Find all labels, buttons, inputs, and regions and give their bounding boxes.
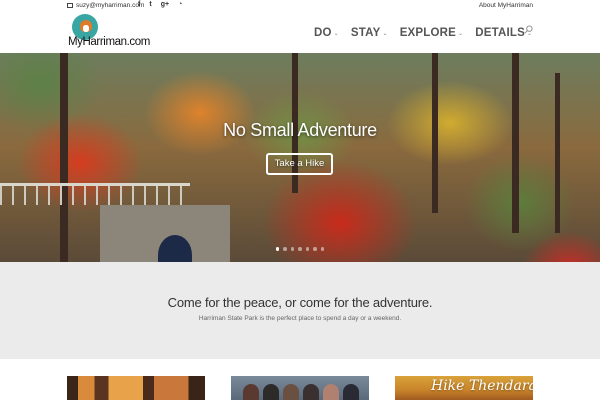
chevron-down-icon: ⌄ — [333, 30, 339, 37]
nav-item-explore[interactable]: EXPLORE ⌄ — [400, 27, 464, 39]
nav-item-stay[interactable]: STAY ⌄ — [351, 27, 388, 39]
google-plus-icon[interactable]: g+ — [161, 1, 169, 8]
rss-icon[interactable]: ◔ — [178, 1, 182, 8]
feature-card-image[interactable] — [67, 376, 205, 400]
facebook-icon[interactable]: f — [138, 1, 140, 8]
slider-dot[interactable] — [313, 247, 317, 251]
person-figure — [263, 384, 279, 400]
chevron-down-icon: ⌄ — [382, 30, 388, 37]
hero-title: No Small Adventure — [223, 120, 377, 140]
about-link[interactable]: About MyHarriman — [479, 2, 533, 9]
feature-card-image[interactable] — [231, 376, 369, 400]
search-icon[interactable] — [524, 25, 533, 34]
logo-text: MyHarriman.com — [68, 36, 150, 48]
person-figure — [243, 384, 259, 400]
tree-trunk — [555, 73, 560, 233]
intro-section: Come for the peace, or come for the adve… — [0, 262, 600, 359]
bridge-railing — [0, 183, 190, 205]
slider-dot[interactable] — [290, 247, 295, 251]
slider-dot[interactable] — [275, 247, 280, 251]
slider-dot[interactable] — [283, 247, 287, 251]
nav-label: STAY — [350, 27, 381, 39]
intro-heading: Come for the peace, or come for the adve… — [167, 295, 433, 310]
site-header: MyHarriman.com DO ⌄ STAY ⌄ EXPLORE ⌄ DET… — [0, 12, 600, 53]
nav-item-do[interactable]: DO ⌄ — [314, 27, 339, 39]
nav-label: EXPLORE — [399, 27, 457, 39]
person-figure — [303, 384, 319, 400]
nav-label: DETAILS — [475, 27, 526, 39]
person-figure — [343, 384, 359, 400]
email-link[interactable]: suzy@myharriman.com — [67, 2, 144, 9]
site-logo[interactable]: MyHarriman.com — [68, 14, 150, 52]
fox-icon — [80, 20, 92, 32]
top-bar: suzy@myharriman.com f t g+ ◔ About MyHar… — [0, 0, 600, 12]
tree-trunk — [512, 53, 519, 233]
nav-label: DO — [314, 27, 332, 39]
chevron-down-icon: ⌄ — [458, 30, 464, 37]
person-figure — [323, 384, 339, 400]
social-icons: f t g+ ◔ — [138, 1, 182, 8]
card-title: Hike Thendara — [431, 378, 533, 394]
feature-card-image[interactable]: Hike Thendara — [395, 376, 533, 400]
twitter-icon[interactable]: t — [149, 1, 151, 8]
slider-dots — [0, 247, 600, 251]
envelope-icon — [67, 3, 73, 8]
main-nav: DO ⌄ STAY ⌄ EXPLORE ⌄ DETAILS ⌄ — [314, 27, 532, 39]
slider-dot[interactable] — [320, 247, 325, 251]
intro-text: Harriman State Park is the perfect place… — [198, 315, 402, 322]
feature-cards: Hike Thendara — [0, 359, 600, 400]
person-figure — [283, 384, 299, 400]
slider-dot[interactable] — [305, 247, 310, 251]
slider-dot[interactable] — [298, 247, 302, 251]
hero-slider: No Small Adventure Take a Hike — [0, 53, 600, 262]
email-text: suzy@myharriman.com — [76, 2, 145, 9]
take-a-hike-button[interactable]: Take a Hike — [266, 153, 333, 175]
